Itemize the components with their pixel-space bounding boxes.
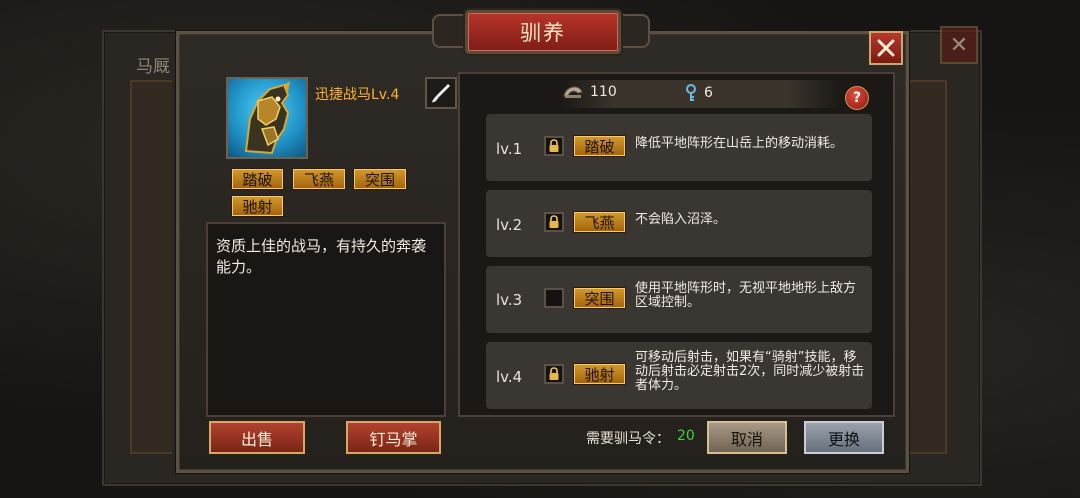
brush-icon (432, 84, 450, 103)
skill-level: lv.2 (496, 216, 523, 234)
skill-row-1: lv.1 踏破 降低平地阵形在山岳上的移动消耗。 (486, 114, 872, 181)
cancel-button[interactable]: 取消 (707, 421, 787, 454)
rename-button[interactable] (425, 77, 457, 109)
skill-description: 可移动后射击，如果有“骑射”技能，移动后射击必定射击2次，同时减少被射击者体力。 (635, 350, 865, 393)
dialog-title: 驯养 (465, 10, 621, 54)
horse-tag-chishe[interactable]: 驰射 (231, 195, 284, 217)
skill-lock-box (544, 136, 564, 156)
skill-tag[interactable]: 突围 (573, 287, 626, 309)
horse-tag-tapo[interactable]: 踏破 (231, 168, 284, 190)
skill-lock-box (544, 288, 564, 308)
background-title: 马厩 (136, 57, 170, 77)
horse-portrait (226, 77, 308, 159)
horse-description-box: 资质上佳的战马，有持久的奔袭能力。 (206, 222, 446, 417)
skill-description: 降低平地阵形在山岳上的移动消耗。 (635, 136, 844, 151)
skill-level: lv.4 (496, 368, 523, 386)
lock-icon (549, 367, 559, 380)
close-icon (877, 39, 895, 57)
horse-tag-feiyan[interactable]: 飞燕 (292, 168, 346, 190)
skill-row-4: lv.4 驰射 可移动后射击，如果有“骑射”技能，移动后射击必定射击2次，同时减… (486, 342, 872, 409)
skill-level: lv.1 (496, 140, 523, 158)
horse-name: 迅捷战马Lv.4 (315, 87, 400, 103)
skill-lock-box (544, 212, 564, 232)
key-icon (686, 84, 696, 101)
skill-level: lv.3 (496, 291, 523, 309)
skill-description: 不会陷入沼泽。 (635, 212, 727, 227)
food-value: 110 (590, 84, 617, 100)
horseshoe-button[interactable]: 钉马掌 (346, 421, 441, 454)
background-frame-right (905, 80, 947, 454)
lock-icon (549, 215, 559, 228)
key-value: 6 (704, 85, 713, 101)
horseshoe-icon (563, 86, 583, 98)
skill-description: 使用平地阵形时，无视平地地形上敌方区域控制。 (635, 281, 857, 310)
close-button[interactable] (869, 31, 903, 65)
skill-row-3: lv.3 突围 使用平地阵形时，无视平地地形上敌方区域控制。 (486, 266, 872, 333)
horse-description: 资质上佳的战马，有持久的奔袭能力。 (216, 237, 427, 276)
background-frame-left (130, 80, 172, 454)
replace-button[interactable]: 更换 (804, 421, 884, 454)
required-token-label: 需要驯马令： (586, 431, 670, 447)
food-resource: 110 (562, 84, 617, 100)
skill-tag[interactable]: 踏破 (573, 135, 626, 157)
help-button[interactable]: ? (845, 86, 869, 110)
background-close-icon: ✕ (940, 26, 978, 64)
key-resource: 6 (684, 84, 713, 102)
sell-button[interactable]: 出售 (209, 421, 305, 454)
required-token-value: 20 (677, 428, 695, 444)
skill-tag[interactable]: 驰射 (573, 363, 626, 385)
horse-tag-tuwei[interactable]: 突围 (353, 168, 407, 190)
lock-icon (549, 139, 559, 152)
skill-lock-box (544, 364, 564, 384)
skill-row-2: lv.2 飞燕 不会陷入沼泽。 (486, 190, 872, 257)
question-icon: ? (852, 90, 862, 106)
armored-horse-icon (244, 81, 290, 155)
skill-tag[interactable]: 飞燕 (573, 211, 626, 233)
